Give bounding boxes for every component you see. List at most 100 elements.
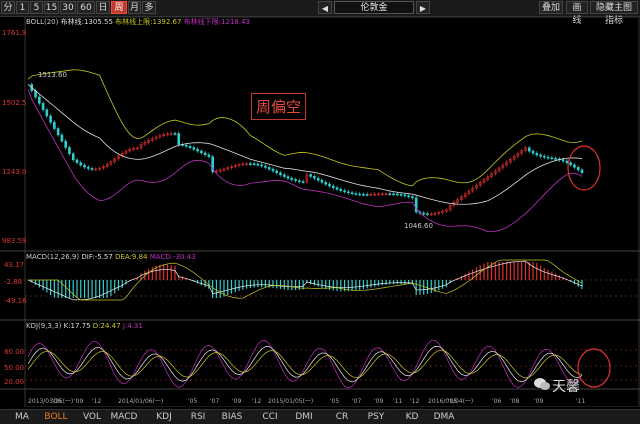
period-button[interactable]: 5: [30, 1, 43, 14]
next-symbol-button[interactable]: ▶: [416, 1, 430, 14]
candle-body: [354, 193, 358, 195]
candle-body: [188, 145, 192, 148]
candle-body: [298, 180, 301, 183]
candle-body: [301, 181, 305, 183]
indicator-tab[interactable]: CCI: [254, 411, 286, 423]
top-toolbar: 分 1 5 15 30 60 日周月多 ◀ 伦敦金 ▶ 叠加 画线 隐藏主图指标: [0, 0, 640, 26]
candle-body: [173, 133, 177, 135]
candle-body: [267, 167, 271, 170]
period-button[interactable]: 30: [60, 1, 76, 14]
candle-body: [68, 147, 71, 155]
candle-body: [535, 152, 539, 156]
period-button[interactable]: 周: [111, 1, 127, 14]
kdj-d-line: [27, 349, 583, 379]
candle-body: [177, 133, 181, 145]
period-button[interactable]: 15: [44, 1, 59, 14]
indicator-tab[interactable]: PSY: [360, 411, 392, 423]
x-axis-label: '12: [410, 398, 419, 405]
candle-body: [573, 164, 576, 168]
toolbar-button[interactable]: 画线: [566, 1, 588, 26]
macd-dea-label: DEA:9.84: [115, 253, 148, 261]
symbol-selector[interactable]: 伦敦金: [334, 1, 414, 14]
chart-frame: [24, 16, 640, 408]
indicator-tab[interactable]: KD: [396, 411, 428, 423]
candle-body: [196, 148, 199, 152]
candle-body: [294, 179, 297, 182]
x-axis-label: '07: [210, 398, 219, 405]
macd-title: MACD(12,26,9): [26, 253, 80, 261]
candle-body: [569, 162, 572, 166]
kdj-j-line: [27, 340, 583, 389]
indicator-tab[interactable]: BOLL: [40, 411, 72, 423]
candle-body: [411, 196, 414, 199]
boll-upper-label: 布林线上限:1392.67: [115, 18, 182, 26]
kdj-k-label: K:17.75: [63, 322, 91, 330]
macd-y-label: -49.16: [4, 297, 27, 305]
macd-y-label: -2.88: [4, 278, 23, 286]
period-button[interactable]: 60: [77, 1, 95, 14]
candle-body: [328, 183, 331, 187]
boll-legend: BOLL(20) 布林线:1305.55 布林线上限:1392.67 布林线下限…: [26, 17, 250, 27]
candle-body: [554, 158, 557, 160]
indicator-tab[interactable]: KDJ: [148, 411, 180, 423]
candle-body: [399, 193, 403, 196]
toolbar-button[interactable]: 叠加: [539, 1, 563, 14]
boll-lower-label: 布林线下限:1218.43: [183, 18, 250, 26]
boll-y-label: 1761.9: [2, 29, 27, 37]
kdj-legend: KDJ(9,3,3) K:17.75 D:24.47 J:4.31: [26, 322, 143, 330]
prev-symbol-button[interactable]: ◀: [318, 1, 332, 14]
period-button[interactable]: 日: [96, 1, 110, 14]
indicator-tab[interactable]: RSI: [182, 411, 214, 423]
candle-body: [331, 185, 335, 189]
candle-body: [339, 188, 343, 191]
candle-body: [358, 193, 361, 196]
kdj-j-label: J:4.31: [122, 322, 143, 330]
indicator-tab-bar: MA BOLL VOL MACD KDJ RSI BIAS CCI DMI CR PSY KD DMA: [0, 409, 640, 424]
candle-body: [531, 150, 535, 154]
candle-body: [203, 152, 207, 156]
candle-body: [396, 193, 399, 196]
indicator-tab[interactable]: DMI: [288, 411, 320, 423]
candle-body: [422, 212, 426, 215]
indicator-tab[interactable]: MA: [6, 411, 38, 423]
candle-body: [550, 157, 554, 160]
candle-body: [279, 172, 282, 176]
candle-body: [252, 163, 256, 165]
candle-body: [546, 156, 550, 159]
x-axis-label: '06: [52, 398, 61, 405]
indicator-tab[interactable]: DMA: [428, 411, 460, 423]
kline-chart[interactable]: 2013/03/25(一)'06'09'12 2014/01/06(一) '05'0…: [0, 16, 640, 408]
candle-body: [60, 134, 64, 142]
period-button[interactable]: 多: [142, 1, 156, 14]
x-axis-label: 2015/01/05(一): [268, 398, 313, 405]
period-button[interactable]: 1: [16, 1, 29, 14]
candle-body: [365, 194, 369, 196]
boll-title: BOLL(20): [26, 18, 59, 26]
candle-body: [192, 147, 196, 150]
candle-body: [207, 154, 211, 157]
period-button[interactable]: 月: [128, 1, 141, 14]
candle-body: [56, 128, 60, 136]
boll-y-label: 1502.5: [2, 99, 27, 107]
macd-y-label: 43.17: [4, 261, 25, 269]
candle-body: [527, 147, 531, 152]
x-axis-label: '09: [232, 398, 241, 405]
candle-body: [275, 170, 279, 174]
candle-body: [407, 195, 410, 197]
chart-area[interactable]: 2013/03/25(一) '06'09'12 2014/01/06(一) '05'0…: [0, 16, 640, 408]
wechat-icon: [534, 378, 550, 390]
low-marker: 1046.60: [404, 222, 433, 230]
indicator-tab[interactable]: BIAS: [216, 411, 248, 423]
boll-y-label: 1243.0: [2, 168, 27, 176]
indicator-tab[interactable]: MACD: [108, 411, 140, 423]
indicator-tab[interactable]: CR: [326, 411, 358, 423]
x-axis-label: 2013/03/25(一): [28, 398, 73, 405]
x-axis-label: '09: [374, 398, 383, 405]
candle-body: [200, 150, 203, 154]
candle-body: [86, 166, 90, 169]
toolbar-button[interactable]: 隐藏主图指标: [590, 1, 638, 26]
period-button[interactable]: 分: [1, 1, 15, 14]
candle-body: [79, 162, 83, 166]
indicator-tab[interactable]: VOL: [76, 411, 108, 423]
x-axis-label: '09: [74, 398, 83, 405]
